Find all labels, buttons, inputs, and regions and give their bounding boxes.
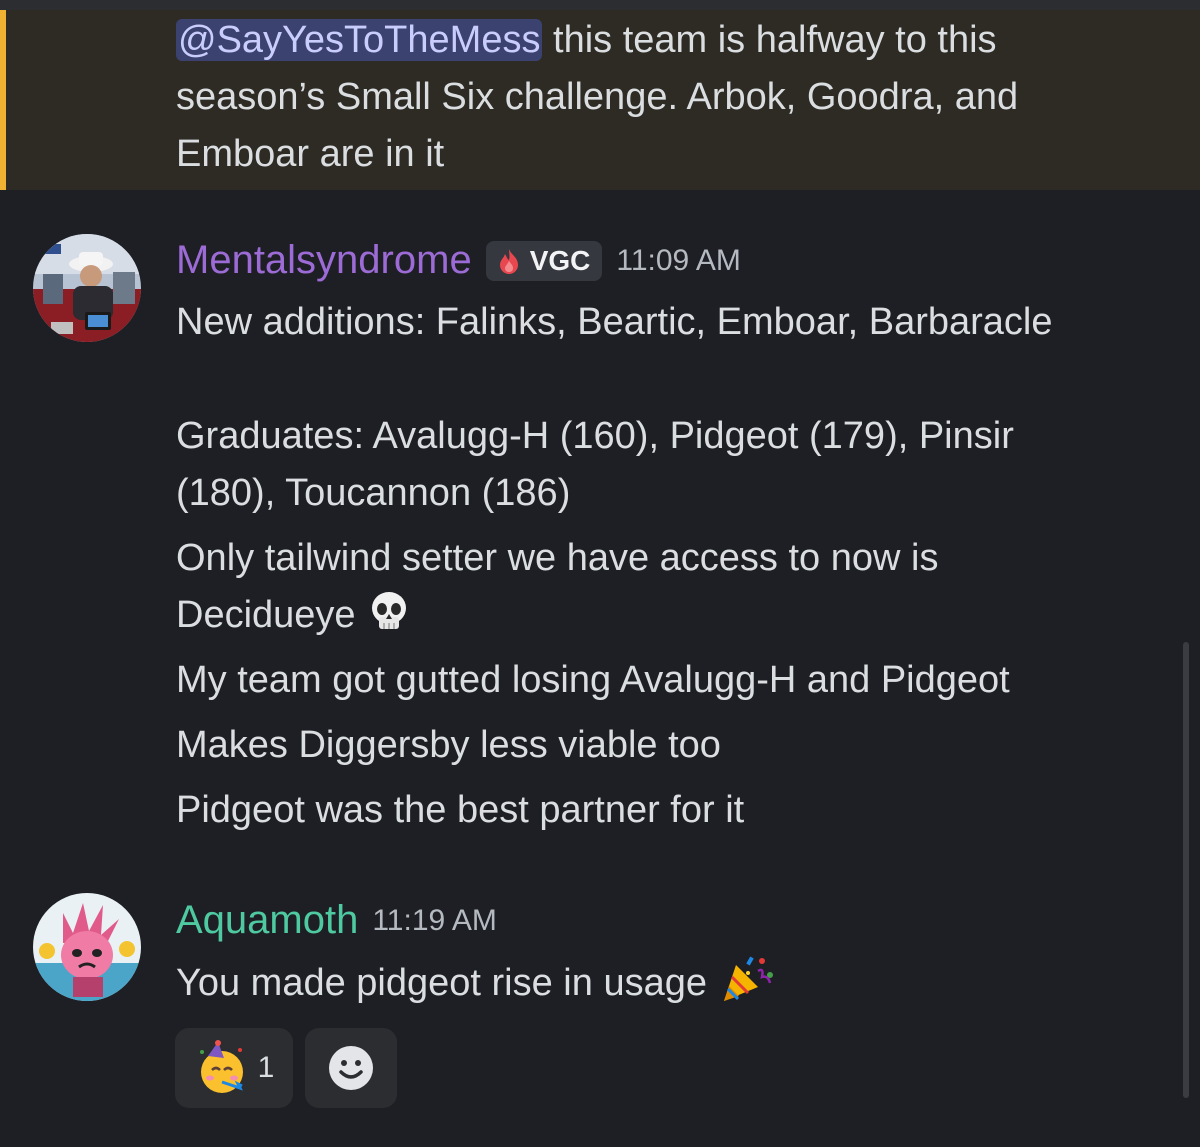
username-mentalsyndrome[interactable]: Mentalsyndrome — [176, 238, 472, 283]
reaction-partying-face[interactable]: 1 — [175, 1028, 293, 1108]
user-mention[interactable]: @SayYesToTheMess — [176, 19, 543, 61]
avatar-aquamoth[interactable] — [33, 893, 141, 1001]
scrollbar[interactable] — [1183, 642, 1189, 1098]
message-line: New additions: Falinks, Beartic, Emboar,… — [176, 301, 1053, 343]
avatar-mentalsyndrome[interactable] — [33, 234, 141, 342]
timestamp: 11:09 AM — [616, 243, 741, 277]
message-line: My team got gutted losing Avalugg-H and … — [176, 659, 1010, 701]
reaction-count: 1 — [257, 1051, 275, 1084]
message-body-aquamoth: You made pidgeot rise in usage — [176, 953, 1176, 1012]
highlighted-message: @SayYesToTheMess this team is halfway to… — [0, 10, 1200, 190]
message-line-empty — [176, 351, 1176, 408]
message-line: Pidgeot was the best partner for it — [176, 789, 745, 831]
add-reaction-button[interactable] — [305, 1028, 397, 1108]
message-body-mentalsyndrome: New additions: Falinks, Beartic, Emboar,… — [176, 294, 1176, 839]
message-line-with-emoji: You made pidgeot rise in usage — [176, 953, 1176, 1012]
message-header-aquamoth: Aquamoth 11:19 AM — [176, 898, 497, 943]
message-line: (180), Toucannon (186) — [176, 472, 571, 514]
message-line: Graduates: Avalugg-H (160), Pidgeot (179… — [176, 415, 1014, 457]
message-line-with-emoji: Decidueye — [176, 587, 1176, 644]
fire-icon — [499, 248, 518, 274]
timestamp: 11:19 AM — [372, 903, 497, 937]
add-reaction-icon — [329, 1046, 373, 1090]
mention-highlight-bar — [0, 10, 6, 190]
server-tag-vgc[interactable]: VGC — [485, 240, 603, 281]
message-line: Makes Diggersby less viable too — [176, 724, 721, 766]
highlighted-message-text: @SayYesToTheMess this team is halfway to… — [176, 19, 1019, 175]
message-header-mentalsyndrome: Mentalsyndrome VGC 11:09 AM — [176, 238, 741, 283]
username-aquamoth[interactable]: Aquamoth — [176, 898, 358, 943]
partying-face-emoji — [199, 1040, 243, 1093]
message-line: Only tailwind setter we have access to n… — [176, 537, 939, 579]
party-popper-emoji — [723, 956, 773, 1001]
skull-emoji — [372, 592, 407, 629]
previous-message-edge — [0, 0, 1200, 10]
